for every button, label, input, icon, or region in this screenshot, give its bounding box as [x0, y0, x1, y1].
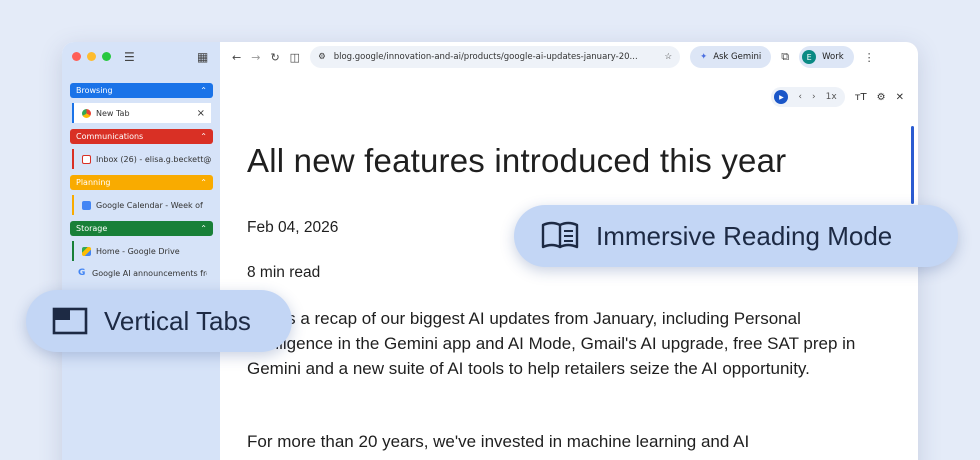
drive-icon	[82, 246, 91, 256]
chevron-up-icon: ⌃	[200, 86, 207, 95]
callout-label: Immersive Reading Mode	[596, 220, 893, 251]
tab-drive[interactable]: Home - Google Drive	[72, 241, 211, 261]
close-tab-icon[interactable]: ×	[197, 108, 205, 119]
close-reader-icon[interactable]: ✕	[896, 92, 904, 103]
calendar-icon	[82, 200, 91, 210]
immersive-reading-callout: Immersive Reading Mode	[514, 205, 958, 267]
more-menu-icon[interactable]: ⋮	[864, 51, 875, 64]
forward-icon[interactable]: →	[251, 51, 260, 64]
next-icon[interactable]: ›	[812, 92, 816, 102]
chevron-up-icon: ⌃	[200, 132, 207, 141]
maximize-window-button[interactable]	[102, 52, 111, 61]
browser-toolbar: ← → ↻ ◫ ⚙ blog.google/innovation-and-ai/…	[220, 42, 918, 72]
gemini-sparkle-icon: ✦	[700, 52, 708, 62]
tab-inbox[interactable]: Inbox (26) - elisa.g.beckett@	[72, 149, 211, 169]
side-panel-icon[interactable]: ◫	[290, 51, 300, 64]
ask-gemini-label: Ask Gemini	[713, 52, 762, 62]
tab-title: Inbox (26) - elisa.g.beckett@	[96, 154, 211, 164]
avatar: E	[802, 50, 817, 64]
tab-group-communications[interactable]: Communications ⌃	[70, 129, 213, 144]
callout-label: Vertical Tabs	[104, 305, 251, 336]
chrome-icon	[82, 108, 91, 118]
tab-title: Home - Google Drive	[96, 246, 180, 256]
tab-group-label: Storage	[76, 224, 108, 233]
tab-group-storage[interactable]: Storage ⌃	[70, 221, 213, 236]
tab-group-label: Browsing	[76, 86, 113, 95]
reload-icon[interactable]: ↻	[270, 51, 279, 64]
chevron-up-icon: ⌃	[200, 224, 207, 233]
gmail-icon	[82, 154, 91, 164]
back-icon[interactable]: ←	[232, 51, 241, 64]
reading-progress-bar	[911, 126, 914, 204]
tab-group-planning[interactable]: Planning ⌃	[70, 175, 213, 190]
tab-google-ai[interactable]: G Google AI announcements fro	[68, 263, 207, 283]
article-paragraph: Here's a recap of our biggest AI updates…	[247, 309, 856, 378]
vertical-tabs-callout: Vertical Tabs	[26, 290, 292, 352]
tab-calendar[interactable]: Google Calendar - Week of	[72, 195, 211, 215]
tab-group-label: Communications	[76, 132, 144, 141]
bookmark-star-icon[interactable]: ☆	[664, 52, 672, 62]
profile-button[interactable]: E Work	[799, 46, 854, 68]
article: All new features introduced this year Fe…	[247, 142, 897, 451]
settings-gear-icon[interactable]: ⚙	[877, 92, 886, 103]
speed-button[interactable]: 1x	[826, 92, 837, 102]
collapse-sidebar-icon[interactable]: ☰	[124, 50, 135, 64]
article-paragraph: For more than 20 years, we've invested i…	[247, 432, 750, 451]
extensions-icon[interactable]: ⧉	[781, 50, 789, 64]
minimize-window-button[interactable]	[87, 52, 96, 61]
chevron-up-icon: ⌃	[200, 178, 207, 187]
vertical-tabs-sidebar: ☰ ▦ Browsing ⌃ New Tab × Communications …	[62, 42, 220, 460]
article-title: All new features introduced this year	[247, 142, 787, 179]
tab-title: New Tab	[96, 108, 130, 118]
tab-new-tab[interactable]: New Tab ×	[72, 103, 211, 123]
tab-grid-icon[interactable]: ▦	[197, 50, 208, 64]
reader-toolbar: ▶ ‹ › 1x ᴛT ⚙ ✕	[771, 87, 904, 107]
site-info-icon[interactable]: ⚙	[318, 52, 326, 62]
tab-group-browsing[interactable]: Browsing ⌃	[70, 83, 213, 98]
read-aloud-controls: ▶ ‹ › 1x	[771, 87, 845, 107]
google-icon: G	[78, 267, 86, 278]
text-size-icon[interactable]: ᴛT	[855, 92, 867, 103]
tab-title: Google Calendar - Week of	[96, 200, 203, 210]
ask-gemini-button[interactable]: ✦ Ask Gemini	[690, 46, 772, 68]
article-date: Feb 04, 2026	[247, 219, 339, 236]
url-text: blog.google/innovation-and-ai/products/g…	[333, 52, 638, 62]
vertical-tabs-icon	[52, 307, 88, 335]
article-read-time: 8 min read	[247, 264, 321, 281]
window-controls	[72, 52, 111, 61]
address-bar[interactable]: ⚙ blog.google/innovation-and-ai/products…	[310, 46, 681, 68]
tab-title: Google AI announcements fro	[92, 268, 207, 278]
profile-label: Work	[822, 52, 844, 62]
close-window-button[interactable]	[72, 52, 81, 61]
previous-icon[interactable]: ‹	[798, 92, 802, 102]
play-icon[interactable]: ▶	[774, 90, 789, 104]
open-book-icon	[541, 221, 579, 249]
tab-group-label: Planning	[76, 178, 111, 187]
